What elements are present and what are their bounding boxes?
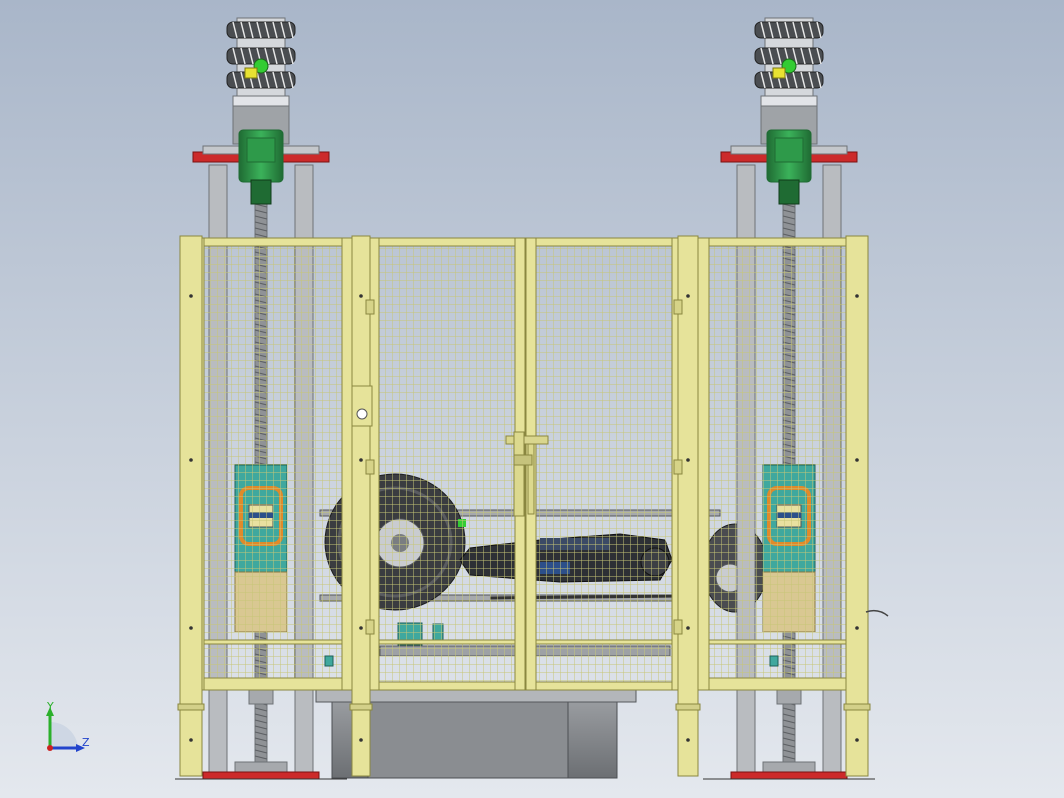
fence-panel-left-part: [203, 639, 343, 645]
fence-post-part: [677, 235, 699, 777]
fence-post: [349, 235, 373, 777]
cad-viewport[interactable]: Y Z: [0, 0, 1064, 798]
fence-post-part: [189, 626, 193, 630]
null-part: [324, 655, 334, 667]
fence-post-part: [686, 458, 690, 462]
fence-post-part: [855, 738, 859, 742]
fence-post-part: [359, 458, 363, 462]
fence-post-part: [686, 626, 690, 630]
fence-post-part: [359, 294, 363, 298]
hinge: [365, 299, 375, 315]
fence-post-part: [845, 235, 869, 777]
motor-left-part: [250, 179, 272, 205]
door-panel-left-part: [368, 237, 526, 247]
lift-column-right-part: [776, 689, 802, 705]
fence-post-part: [189, 458, 193, 462]
base-plate: [730, 771, 848, 780]
hinge: [365, 619, 375, 635]
door-panel-right-part: [525, 681, 683, 691]
door-panel-left-part: [378, 245, 516, 683]
door-panel-left-part: [378, 639, 516, 645]
lift-column-left-part: [244, 67, 258, 79]
fence-post: [675, 235, 701, 777]
fence-panel-right-part: [708, 245, 848, 679]
motor-right-part: [774, 137, 804, 163]
door-panel-right-part: [535, 245, 673, 683]
fence-post-part: [843, 703, 871, 711]
hinge: [673, 619, 683, 635]
fence-post-part: [189, 294, 193, 298]
fence-panel-left-part: [203, 245, 343, 679]
fence-post: [843, 235, 871, 777]
base-plate: [202, 771, 320, 780]
fence-panel-left-part: [185, 237, 355, 247]
fence-post-part: [686, 294, 690, 298]
fence-post: [177, 235, 205, 777]
fence-post-part: [179, 235, 203, 777]
null-part: [769, 655, 779, 667]
fence-post-part: [855, 626, 859, 630]
fence-panel-left: [185, 237, 355, 691]
door-panel-right-part: [535, 639, 673, 645]
motor-left-part: [246, 137, 276, 163]
fence-post-part: [359, 738, 363, 742]
fence-panel-right: [696, 237, 866, 691]
gear-stack-part: [760, 95, 818, 107]
fence-post-part: [359, 626, 363, 630]
fence-panel-right-part: [708, 639, 848, 645]
fence-panel-right-part: [696, 677, 866, 691]
gear-stack-part: [232, 95, 290, 107]
lift-column-right-part: [772, 67, 786, 79]
fence-post-part: [855, 458, 859, 462]
hinge: [673, 459, 683, 475]
axis-z-label: Z: [82, 736, 90, 749]
motor-right-part: [778, 179, 800, 205]
fence-panel-left-part: [185, 677, 355, 691]
door-panel-left[interactable]: [368, 237, 526, 691]
hinge: [673, 299, 683, 315]
door-panel-right[interactable]: [525, 237, 683, 691]
door-lock[interactable]: [351, 385, 373, 427]
fence-post-part: [189, 738, 193, 742]
lift-column-left-part: [248, 689, 274, 705]
fence-post-part: [177, 703, 205, 711]
fence-panel-right-part: [696, 237, 866, 247]
fence-post-part: [855, 294, 859, 298]
fence-post-part: [351, 235, 371, 777]
assembly-drawing: Y Z: [0, 0, 1064, 798]
fence-post-part: [349, 703, 373, 711]
door-panel-right-part: [525, 237, 683, 247]
door-panel-left-part: [368, 681, 526, 691]
fence-post-part: [686, 738, 690, 742]
fence-post-part: [675, 703, 701, 711]
fence-panel-right-part: [696, 237, 710, 691]
axis-y-label: Y: [46, 700, 54, 713]
hinge: [365, 459, 375, 475]
